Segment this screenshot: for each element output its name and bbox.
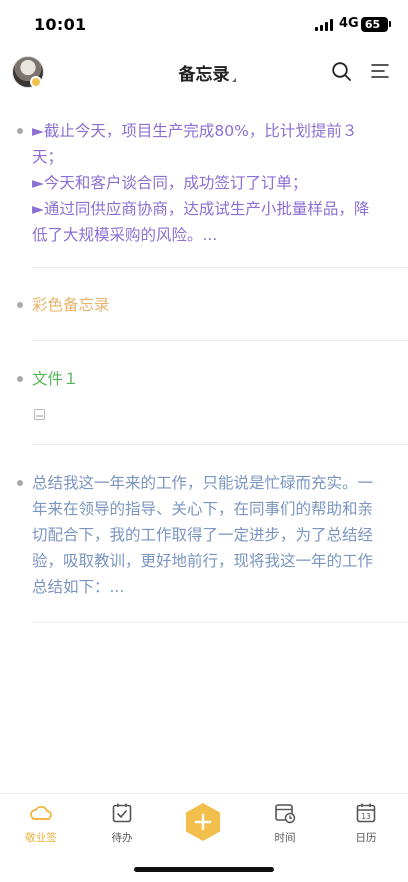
note-line: 切配合下，我的工作取得了一定进步，为了总结经 (32, 526, 374, 544)
note-line: 低了大规模采购的风险。... (32, 226, 218, 244)
divider (32, 340, 408, 341)
note-line: 年来在领导的指导、关心下，在同事们的帮助和亲 (32, 500, 374, 518)
battery-icon: 65 (361, 17, 388, 32)
time-icon (275, 804, 296, 824)
note-item[interactable]: ►截止今天，项目生产完成80%，比计划提前３ 天； ►今天和客户谈合同，成功签订… (0, 118, 408, 268)
note-item[interactable]: 总结我这一年来的工作，只能说是忙碌而充实。一 年来在领导的指导、关心下，在同事们… (0, 470, 408, 622)
cloud-icon (30, 806, 52, 820)
note-line: 彩色备忘录 (32, 296, 110, 314)
tab-label: 日历 (355, 832, 377, 844)
divider (32, 267, 408, 268)
tab-home[interactable]: 敬业签 (6, 794, 76, 854)
note-line: ►截止今天，项目生产完成80%，比计划提前３ (32, 122, 358, 140)
note-line: 总结如下：... (32, 578, 125, 596)
signal-icon (315, 19, 334, 31)
menu-icon[interactable] (371, 63, 389, 79)
note-bullet (17, 302, 23, 308)
tab-calendar[interactable]: 13 日历 (331, 794, 401, 854)
title-caret-icon[interactable] (232, 78, 236, 82)
note-bullet (17, 128, 23, 134)
note-text: ►截止今天，项目生产完成80%，比计划提前３ 天； ►今天和客户谈合同，成功签订… (32, 118, 382, 248)
note-line: 总结我这一年来的工作，只能说是忙碌而充实。一 (32, 474, 374, 492)
note-line: 验，吸取教训，更好地前行，现将我这一年的工作 (32, 552, 374, 570)
note-line: 天； (32, 148, 64, 166)
divider (32, 444, 408, 445)
attachment-icon[interactable] (34, 409, 45, 420)
note-item[interactable]: 文件１ (0, 366, 408, 444)
header: 备忘录 (0, 52, 408, 94)
status-bar: 10:01 4G 65 (0, 0, 408, 50)
note-line: 文件１ (32, 370, 79, 388)
tab-bar: 敬业签 待办 时间 13 日历 (0, 793, 408, 853)
note-text: 彩色备忘录 (32, 292, 382, 318)
note-line: ►通过同供应商协商，达成试生产小批量样品，降 (32, 200, 370, 218)
search-icon[interactable] (332, 62, 351, 81)
battery-cap (389, 21, 391, 27)
calendar-day: 13 (361, 812, 371, 821)
add-icon[interactable] (183, 802, 223, 842)
network-type: 4G (339, 16, 359, 31)
todo-icon (112, 803, 132, 823)
tab-label: 待办 (111, 832, 133, 844)
tab-label: 敬业签 (25, 832, 57, 844)
note-text: 文件１ (32, 366, 382, 392)
note-bullet (17, 376, 23, 382)
note-item[interactable]: 彩色备忘录 (0, 292, 408, 340)
tab-todo[interactable]: 待办 (87, 794, 157, 854)
note-bullet (17, 480, 23, 486)
note-text: 总结我这一年来的工作，只能说是忙碌而充实。一 年来在领导的指导、关心下，在同事们… (32, 470, 382, 600)
tab-label: 时间 (274, 832, 296, 844)
battery-level: 65 (364, 18, 381, 31)
tab-time[interactable]: 时间 (250, 794, 320, 854)
home-indicator[interactable] (134, 867, 274, 872)
status-time: 10:01 (34, 15, 87, 34)
calendar-icon: 13 (356, 803, 376, 823)
divider (32, 622, 408, 623)
note-line: ►今天和客户谈合同，成功签订了订单； (32, 174, 308, 192)
